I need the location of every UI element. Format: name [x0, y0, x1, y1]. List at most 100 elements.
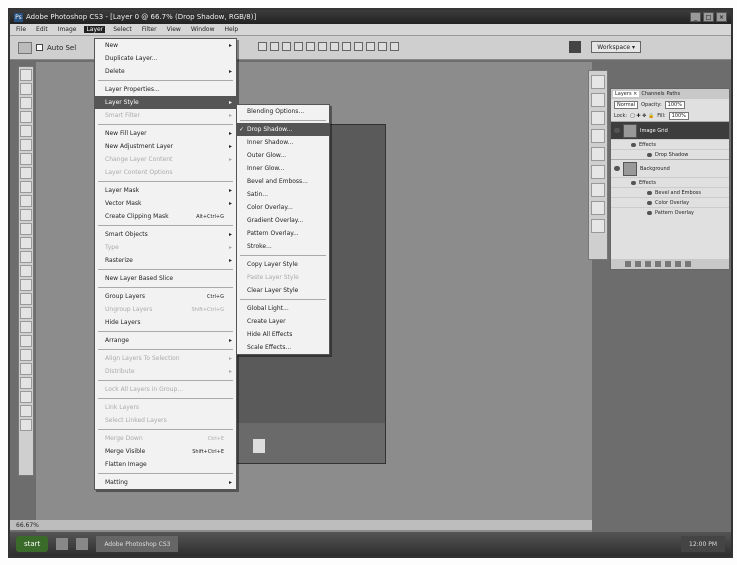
tool-icon[interactable] [20, 181, 32, 193]
eye-icon[interactable] [647, 210, 652, 215]
link-layers-icon[interactable] [625, 261, 631, 267]
layer-style-item-stroke[interactable]: Stroke... [237, 240, 329, 253]
layer-style-item-outer-glow[interactable]: Outer Glow... [237, 149, 329, 162]
folder-icon[interactable] [665, 261, 671, 267]
quicklaunch-icon[interactable] [56, 538, 69, 550]
menu-help[interactable]: Help [223, 26, 241, 33]
layer-menu-item-layer-style[interactable]: Layer Style ▸ [95, 96, 236, 109]
maximize-button[interactable]: □ [703, 12, 714, 22]
layer-style-item-bevel-and-emboss[interactable]: Bevel and Emboss... [237, 175, 329, 188]
tool-icon[interactable] [20, 293, 32, 305]
layer-menu-item-create-clipping-mask[interactable]: Create Clipping Mask Alt+Ctrl+G [95, 210, 236, 223]
menu-filter[interactable]: Filter [140, 26, 159, 33]
panel-dock-icon[interactable] [591, 201, 605, 215]
layer-style-item-gradient-overlay[interactable]: Gradient Overlay... [237, 214, 329, 227]
new-layer-icon[interactable] [675, 261, 681, 267]
layer-style-item-pattern-overlay[interactable]: Pattern Overlay... [237, 227, 329, 240]
panel-dock-icon[interactable] [591, 165, 605, 179]
effect-row[interactable]: Bevel and Emboss [611, 187, 729, 197]
layer-menu-item-new-adjustment-layer[interactable]: New Adjustment Layer ▸ [95, 140, 236, 153]
panel-dock-icon[interactable] [591, 93, 605, 107]
align-middle-icon[interactable] [270, 42, 279, 51]
tool-icon[interactable] [20, 167, 32, 179]
effect-row[interactable]: Pattern Overlay [611, 207, 729, 217]
eye-icon[interactable] [614, 166, 620, 171]
effect-row[interactable]: Drop Shadow [611, 149, 729, 159]
tool-icon[interactable] [20, 363, 32, 375]
tool-icon[interactable] [20, 139, 32, 151]
close-button[interactable]: × [716, 12, 727, 22]
layer-menu-item-duplicate-layer[interactable]: Duplicate Layer... [95, 52, 236, 65]
tool-icon[interactable] [20, 209, 32, 221]
layer-style-item-drop-shadow[interactable]: ✓ Drop Shadow... [237, 123, 329, 136]
workspace-button[interactable]: Workspace ▾ [591, 41, 641, 53]
tool-icon[interactable] [20, 335, 32, 347]
panel-dock-icon[interactable] [591, 219, 605, 233]
layer-menu-item-new[interactable]: New ▸ [95, 39, 236, 52]
blend-mode-select[interactable]: Normal [614, 100, 639, 109]
auto-select-checkbox[interactable] [36, 44, 43, 51]
layer-style-item-hide-all-effects[interactable]: Hide All Effects [237, 328, 329, 341]
layer-style-item-inner-shadow[interactable]: Inner Shadow... [237, 136, 329, 149]
tool-icon[interactable] [20, 349, 32, 361]
layer-menu-item-vector-mask[interactable]: Vector Mask ▸ [95, 197, 236, 210]
tool-icon[interactable] [20, 237, 32, 249]
tool-icon[interactable] [20, 83, 32, 95]
tool-icon[interactable] [20, 307, 32, 319]
start-button[interactable]: start [16, 536, 49, 552]
layer-style-item-inner-glow[interactable]: Inner Glow... [237, 162, 329, 175]
layer-menu-item-layer-mask[interactable]: Layer Mask ▸ [95, 184, 236, 197]
layer-row[interactable]: Image Grid [611, 121, 729, 139]
menu-view[interactable]: View [165, 26, 183, 33]
layer-style-item-create-layer[interactable]: Create Layer [237, 315, 329, 328]
fx-icon[interactable] [635, 261, 641, 267]
eye-icon[interactable] [631, 142, 636, 147]
layer-menu-item-new-fill-layer[interactable]: New Fill Layer ▸ [95, 127, 236, 140]
layer-style-item-blending-options[interactable]: Blending Options... [237, 105, 329, 118]
layer-style-item-global-light[interactable]: Global Light... [237, 302, 329, 315]
tool-icon[interactable] [20, 195, 32, 207]
move-tool-icon[interactable] [18, 41, 32, 54]
layer-style-item-clear-layer-style[interactable]: Clear Layer Style [237, 284, 329, 297]
layer-menu-item-group-layers[interactable]: Group Layers Ctrl+G [95, 290, 236, 303]
tool-icon[interactable] [20, 223, 32, 235]
align-bottom-icon[interactable] [282, 42, 291, 51]
align-top-icon[interactable] [258, 42, 267, 51]
eye-icon[interactable] [631, 180, 636, 185]
panel-dock-icon[interactable] [591, 129, 605, 143]
taskbar-app-button[interactable]: Adobe Photoshop CS3 [96, 536, 179, 552]
layer-menu-item-rasterize[interactable]: Rasterize ▸ [95, 254, 236, 267]
tool-icon[interactable] [20, 419, 32, 431]
layer-menu-item-delete[interactable]: Delete ▸ [95, 65, 236, 78]
distribute-left-icon[interactable] [366, 42, 375, 51]
adjustment-icon[interactable] [655, 261, 661, 267]
opacity-field[interactable]: 100% [664, 100, 685, 109]
mask-icon[interactable] [645, 261, 651, 267]
distribute-middle-icon[interactable] [342, 42, 351, 51]
layer-menu-item-hide-layers[interactable]: Hide Layers [95, 316, 236, 329]
menu-layer[interactable]: Layer [84, 26, 106, 33]
distribute-right-icon[interactable] [390, 42, 399, 51]
workspace-icon[interactable] [569, 41, 581, 53]
layers-tab[interactable]: Layers × [613, 91, 640, 97]
layer-menu-item-layer-properties[interactable]: Layer Properties... [95, 83, 236, 96]
tool-icon[interactable] [20, 405, 32, 417]
tool-icon[interactable] [20, 391, 32, 403]
panel-dock-icon[interactable] [591, 147, 605, 161]
tool-icon[interactable] [20, 321, 32, 333]
align-center-icon[interactable] [306, 42, 315, 51]
distribute-center-icon[interactable] [378, 42, 387, 51]
distribute-bottom-icon[interactable] [354, 42, 363, 51]
layer-menu-item-smart-objects[interactable]: Smart Objects ▸ [95, 228, 236, 241]
layer-menu-item-matting[interactable]: Matting ▸ [95, 476, 236, 489]
menu-image[interactable]: Image [56, 26, 79, 33]
distribute-top-icon[interactable] [330, 42, 339, 51]
layers-tab[interactable]: Channels [641, 91, 664, 97]
tool-icon[interactable] [20, 153, 32, 165]
layer-style-item-satin[interactable]: Satin... [237, 188, 329, 201]
layer-menu-item-flatten-image[interactable]: Flatten Image [95, 458, 236, 471]
layer-menu-item-merge-visible[interactable]: Merge Visible Shift+Ctrl+E [95, 445, 236, 458]
fill-field[interactable]: 100% [668, 111, 689, 120]
zoom-level[interactable]: 66.67% [16, 522, 39, 529]
layer-style-item-copy-layer-style[interactable]: Copy Layer Style [237, 258, 329, 271]
